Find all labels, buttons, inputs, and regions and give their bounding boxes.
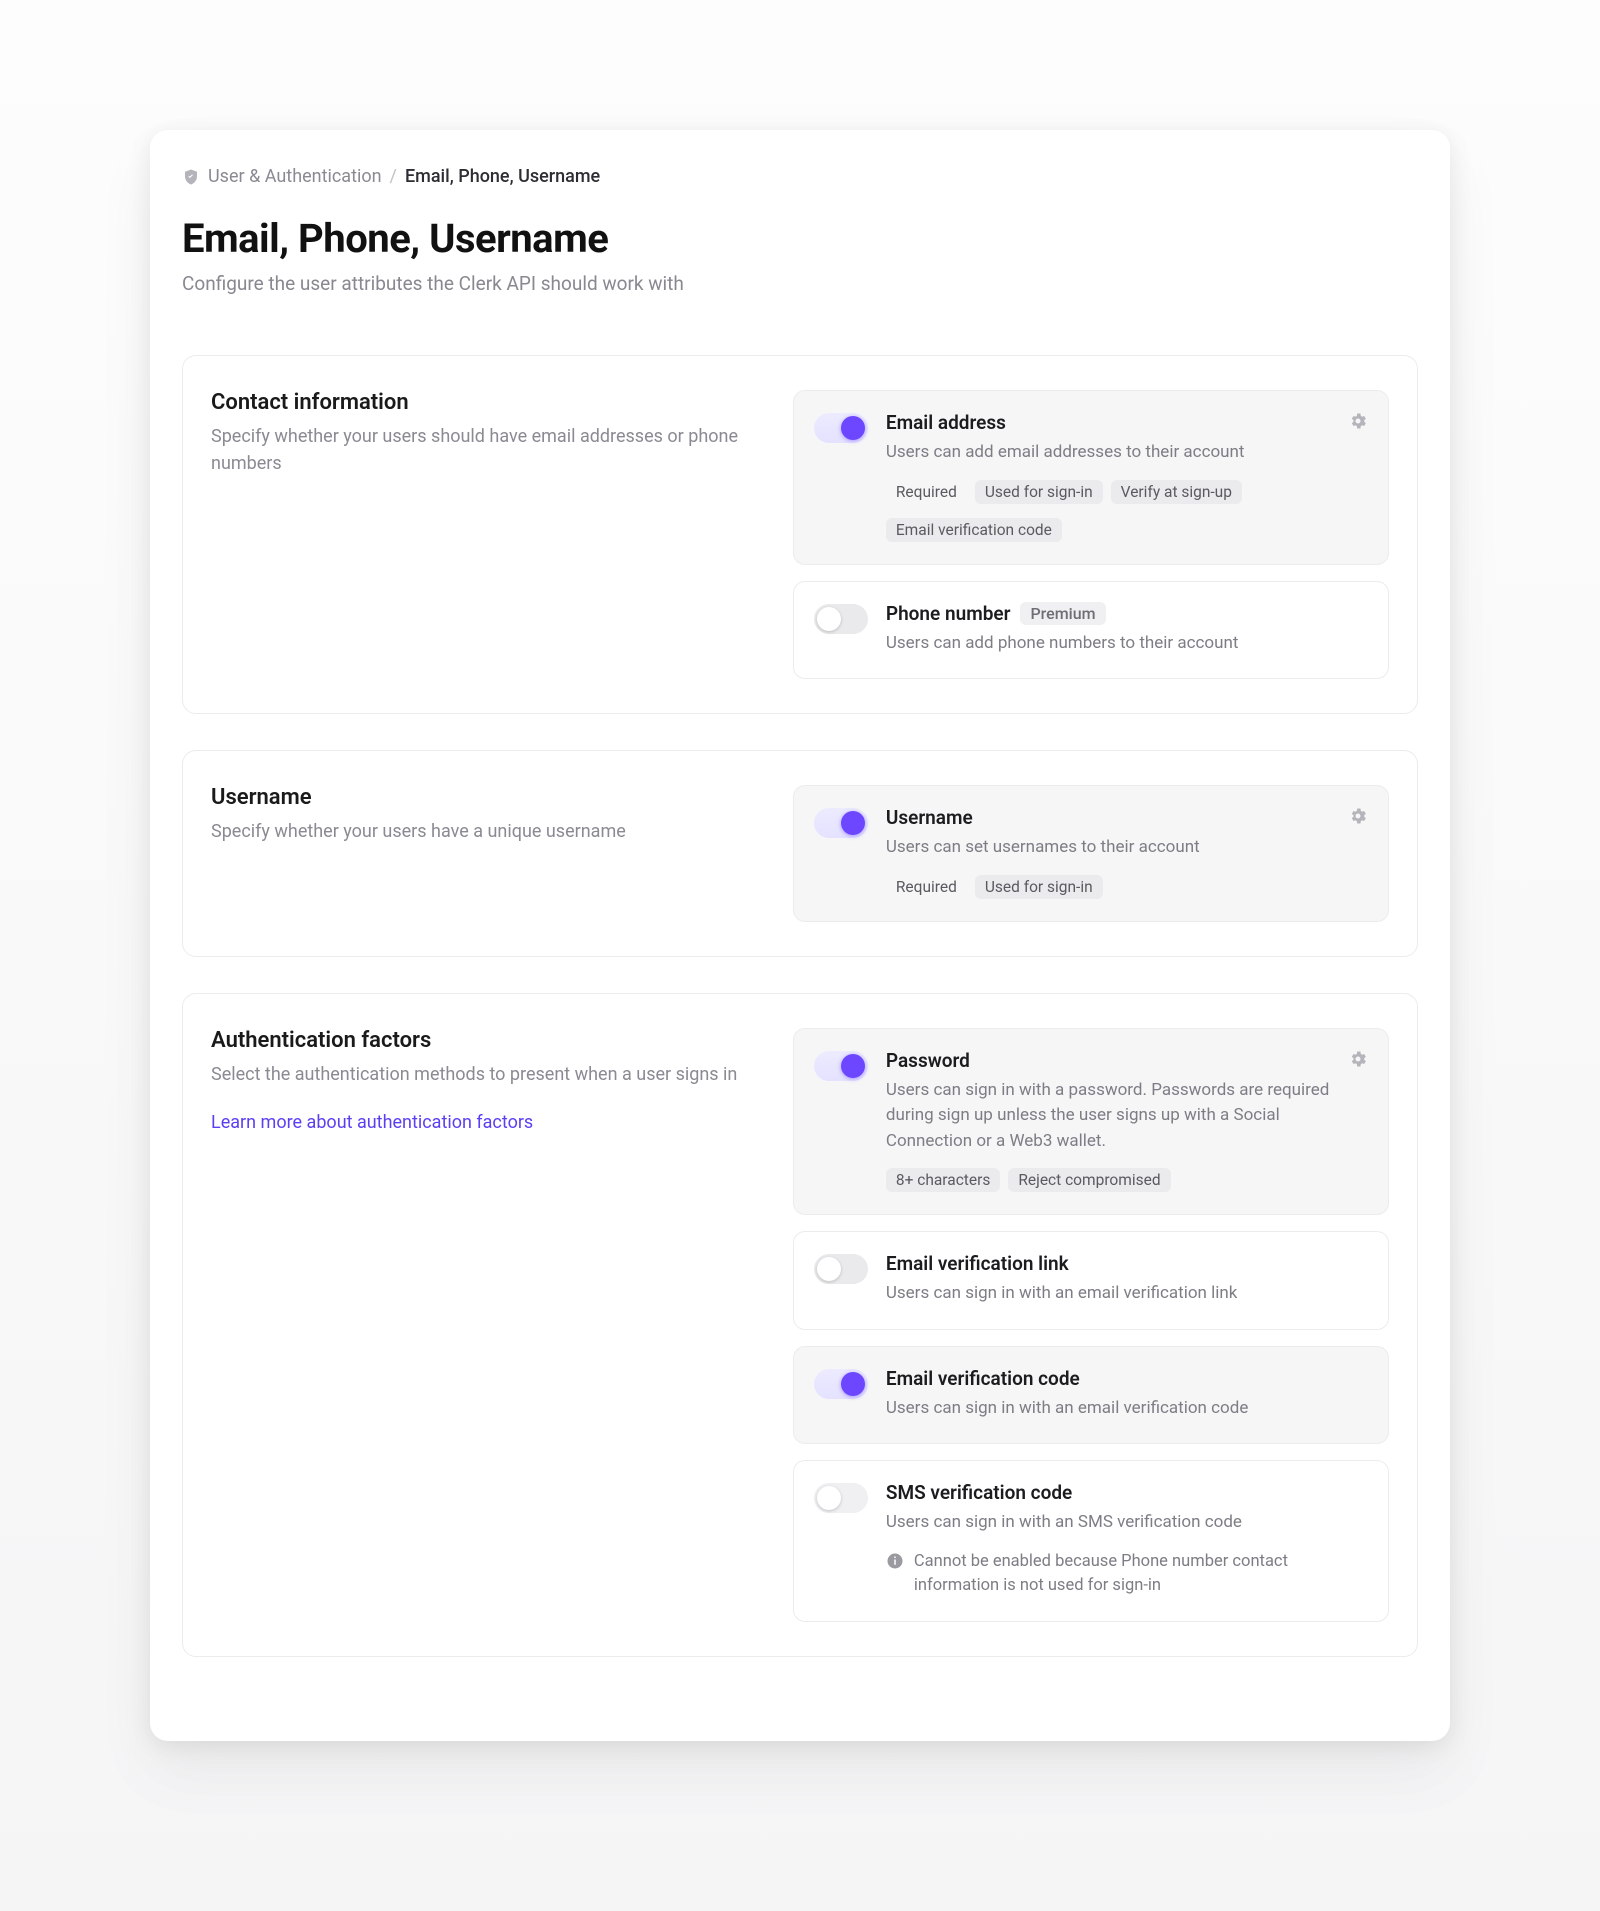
section-description: Specify whether your users should have e… (211, 423, 753, 477)
option-description: Users can add phone numbers to their acc… (886, 631, 1368, 657)
toggle-password[interactable] (814, 1051, 868, 1081)
tag-verify-at-sign-up: Verify at sign-up (1111, 480, 1242, 504)
page-subtitle: Configure the user attributes the Clerk … (182, 272, 1418, 295)
option-title: Email address (886, 411, 1368, 434)
section-description: Specify whether your users have a unique… (211, 818, 753, 845)
gear-icon[interactable] (1348, 806, 1368, 826)
section-description: Select the authentication methods to pre… (211, 1061, 753, 1088)
breadcrumb-parent[interactable]: User & Authentication (208, 166, 382, 187)
info-icon (886, 1552, 904, 1570)
option-description: Users can sign in with an SMS verificati… (886, 1510, 1368, 1536)
tag-used-for-sign-in: Used for sign-in (975, 480, 1103, 504)
option-title: SMS verification code (886, 1481, 1368, 1504)
section-title: Authentication factors (211, 1028, 753, 1053)
breadcrumb-current: Email, Phone, Username (405, 166, 600, 187)
breadcrumb-separator: / (390, 166, 397, 187)
option-username: Username Users can set usernames to thei… (793, 785, 1389, 922)
tag-used-for-sign-in: Used for sign-in (975, 875, 1103, 899)
section-contact-information: Contact information Specify whether your… (182, 355, 1418, 714)
toggle-sms-verification-code (814, 1483, 868, 1513)
option-title: Phone number (886, 602, 1011, 625)
tag-required: Required (886, 875, 967, 899)
option-sms-verification-code: SMS verification code Users can sign in … (793, 1460, 1389, 1622)
section-authentication-factors: Authentication factors Select the authen… (182, 993, 1418, 1658)
toggle-email-verification-link[interactable] (814, 1254, 868, 1284)
option-description: Users can sign in with an email verifica… (886, 1396, 1368, 1422)
tag-reject-compromised: Reject compromised (1008, 1168, 1170, 1192)
section-username: Username Specify whether your users have… (182, 750, 1418, 957)
settings-card: User & Authentication / Email, Phone, Us… (150, 130, 1450, 1741)
gear-icon[interactable] (1348, 411, 1368, 431)
option-description: Users can sign in with a password. Passw… (886, 1078, 1368, 1155)
option-title: Password (886, 1049, 1368, 1072)
option-password: Password Users can sign in with a passwo… (793, 1028, 1389, 1216)
toggle-email-verification-code[interactable] (814, 1369, 868, 1399)
tag-required: Required (886, 480, 967, 504)
page-title: Email, Phone, Username (182, 215, 1418, 262)
tag-8-characters: 8+ characters (886, 1168, 1000, 1192)
option-title: Email verification code (886, 1367, 1368, 1390)
breadcrumb: User & Authentication / Email, Phone, Us… (182, 166, 1418, 187)
shield-icon (182, 168, 200, 186)
gear-icon[interactable] (1348, 1049, 1368, 1069)
section-title: Contact information (211, 390, 753, 415)
section-title: Username (211, 785, 753, 810)
toggle-email-address[interactable] (814, 413, 868, 443)
toggle-phone-number[interactable] (814, 604, 868, 634)
option-phone-number: Phone number Premium Users can add phone… (793, 581, 1389, 680)
option-description: Users can sign in with an email verifica… (886, 1281, 1368, 1307)
tag-email-verification-code: Email verification code (886, 518, 1062, 542)
option-email-address: Email address Users can add email addres… (793, 390, 1389, 565)
warning-text: Cannot be enabled because Phone number c… (914, 1550, 1368, 1600)
premium-badge: Premium (1020, 602, 1105, 625)
option-email-verification-code: Email verification code Users can sign i… (793, 1346, 1389, 1445)
option-description: Users can set usernames to their account (886, 835, 1368, 861)
option-email-verification-link: Email verification link Users can sign i… (793, 1231, 1389, 1330)
option-title: Username (886, 806, 1368, 829)
learn-more-link[interactable]: Learn more about authentication factors (211, 1112, 533, 1133)
option-title: Email verification link (886, 1252, 1368, 1275)
toggle-username[interactable] (814, 808, 868, 838)
option-description: Users can add email addresses to their a… (886, 440, 1368, 466)
